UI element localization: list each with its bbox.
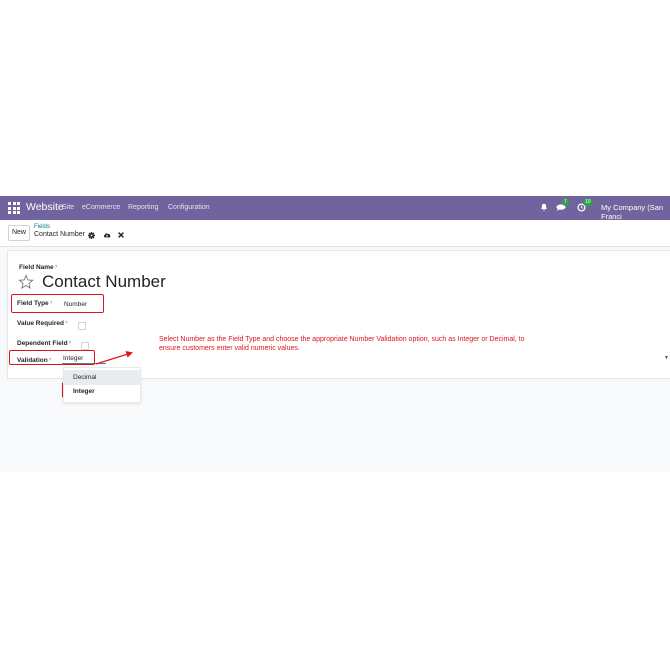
app-window: Website Site eCommerce Reporting Configu… <box>0 196 670 472</box>
company-switcher[interactable]: My Company (San Franci <box>601 203 670 221</box>
validation-dropdown: Decimal Integer <box>63 367 141 403</box>
form-sheet: Field Name? Contact Number Field Type? N… <box>7 250 670 379</box>
dropdown-option-integer[interactable]: Integer <box>64 384 140 399</box>
help-tooltip-icon[interactable]: ? <box>69 340 72 345</box>
record-title[interactable]: Contact Number <box>42 272 166 292</box>
menu-configuration[interactable]: Configuration <box>168 204 210 211</box>
apps-grid-icon[interactable] <box>8 202 20 214</box>
validation-highlight <box>9 350 95 365</box>
value-required-checkbox[interactable] <box>78 322 86 330</box>
dependent-field-label: Dependent Field? <box>17 340 72 347</box>
gear-icon[interactable] <box>88 232 95 239</box>
star-icon[interactable] <box>18 274 34 290</box>
field-name-label: Field Name? <box>19 264 58 271</box>
help-tooltip-icon[interactable]: ? <box>55 264 58 269</box>
field-type-highlight <box>11 294 104 313</box>
control-panel: New Fields Contact Number <box>0 220 670 247</box>
menu-ecommerce[interactable]: eCommerce <box>82 204 120 211</box>
breadcrumb-current: Contact Number <box>34 231 85 238</box>
breadcrumb-parent[interactable]: Fields <box>34 224 50 230</box>
value-required-label: Value Required? <box>17 320 68 327</box>
chat-badge: 7 <box>562 199 569 206</box>
annotation-note: Select Number as the Field Type and choo… <box>159 336 525 352</box>
new-button[interactable]: New <box>8 225 30 241</box>
app-name[interactable]: Website <box>26 201 64 213</box>
activity-badge: 10 <box>583 199 593 206</box>
menu-site[interactable]: Site <box>62 204 74 211</box>
help-tooltip-icon[interactable]: ? <box>65 320 68 325</box>
discard-close-icon[interactable] <box>118 232 124 238</box>
dependent-field-checkbox[interactable] <box>81 342 89 350</box>
chevron-down-icon[interactable]: ▼ <box>664 355 669 361</box>
dropdown-option-decimal[interactable]: Decimal <box>64 370 140 385</box>
menu-reporting[interactable]: Reporting <box>128 204 158 211</box>
top-navbar: Website Site eCommerce Reporting Configu… <box>0 196 670 221</box>
save-cloud-icon[interactable] <box>103 232 111 238</box>
bell-icon[interactable] <box>540 203 548 211</box>
